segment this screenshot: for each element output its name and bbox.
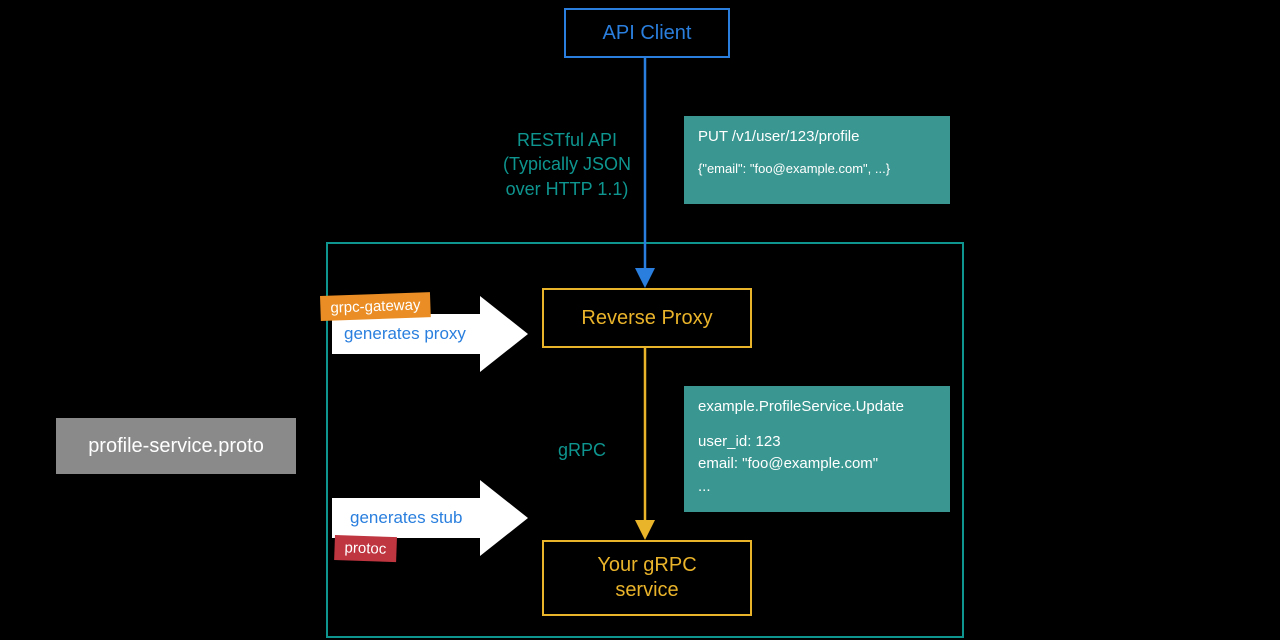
label-generates-proxy: generates proxy — [344, 324, 466, 344]
connectors-svg — [0, 0, 1280, 640]
diagram-stage: API Client RESTful API (Typically JSON o… — [0, 0, 1280, 640]
tag-protoc: protoc — [334, 535, 397, 562]
label-generates-stub: generates stub — [350, 508, 462, 528]
tag-grpc-gateway: grpc-gateway — [320, 292, 431, 321]
